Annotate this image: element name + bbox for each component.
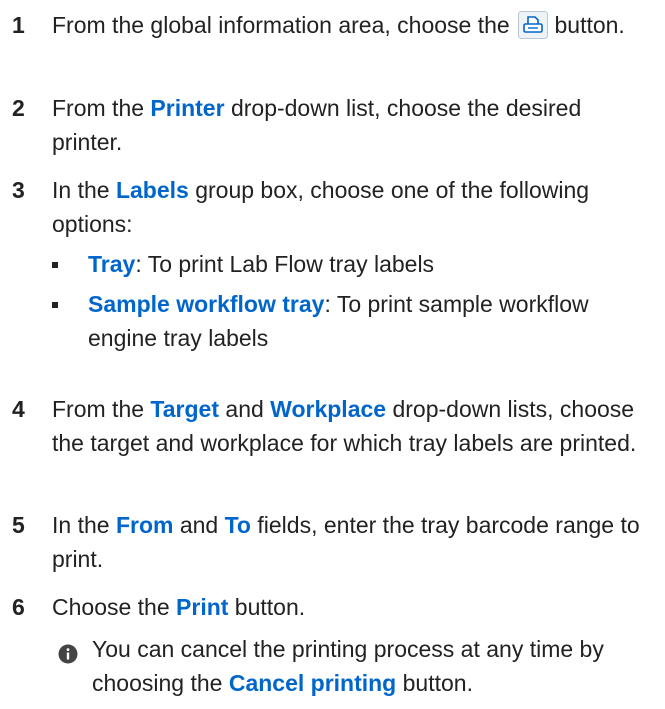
workplace-dropdown-ref: Workplace (270, 396, 387, 422)
step-text: In the Labels group box, choose one of t… (52, 173, 645, 241)
printer-dropdown-ref: Printer (150, 95, 225, 121)
step-text: In the From and To fields, enter the tra… (52, 508, 645, 576)
printer-icon (518, 11, 549, 39)
option-sample-workflow-tray: Sample workflow tray: To print sample wo… (52, 287, 645, 355)
step-text: Choose the Print button. (52, 590, 645, 624)
step-number: 6 (12, 594, 25, 620)
instruction-list: 1 From the global information area, choo… (0, 0, 665, 709)
info-icon (58, 639, 78, 664)
option-tray: Tray: To print Lab Flow tray labels (52, 247, 645, 281)
cancel-printing-ref: Cancel printing (228, 670, 397, 696)
step-number: 4 (12, 396, 25, 422)
step-text-segment: button. (228, 594, 306, 620)
print-button-ref: Print (176, 594, 229, 620)
target-dropdown-ref: Target (150, 396, 220, 422)
option-label: Sample workflow tray (88, 291, 325, 317)
from-field-ref: From (115, 512, 174, 538)
step-number: 3 (12, 177, 25, 203)
note-text: button. (396, 670, 473, 696)
info-note: You can cancel the printing process at a… (58, 632, 645, 700)
option-desc: : To print Lab Flow tray labels (135, 251, 435, 277)
step-text-segment: and (173, 512, 225, 538)
bullet-icon (52, 302, 58, 308)
step-number: 1 (12, 12, 25, 38)
option-label: Tray (88, 251, 136, 277)
step-text-segment: From the (52, 396, 151, 422)
step-number: 2 (12, 95, 25, 121)
step-text-segment: Choose the (52, 594, 177, 620)
to-field-ref: To (224, 512, 251, 538)
step-text: From the Printer drop-down list, choose … (52, 91, 645, 159)
step-text: From the global information area, choose… (52, 8, 645, 42)
step-number: 5 (12, 512, 25, 538)
step-text-segment: In the (52, 512, 116, 538)
step-text: From the Target and Workplace drop-down … (52, 392, 645, 460)
step-text-segment: button. (548, 12, 625, 38)
labels-groupbox-ref: Labels (115, 177, 189, 203)
step-text-segment: In the (52, 177, 116, 203)
bullet-icon (52, 262, 58, 268)
step-text-segment: From the global information area, choose… (52, 12, 517, 38)
step-text-segment: From the (52, 95, 151, 121)
step-text-segment: and (219, 396, 271, 422)
